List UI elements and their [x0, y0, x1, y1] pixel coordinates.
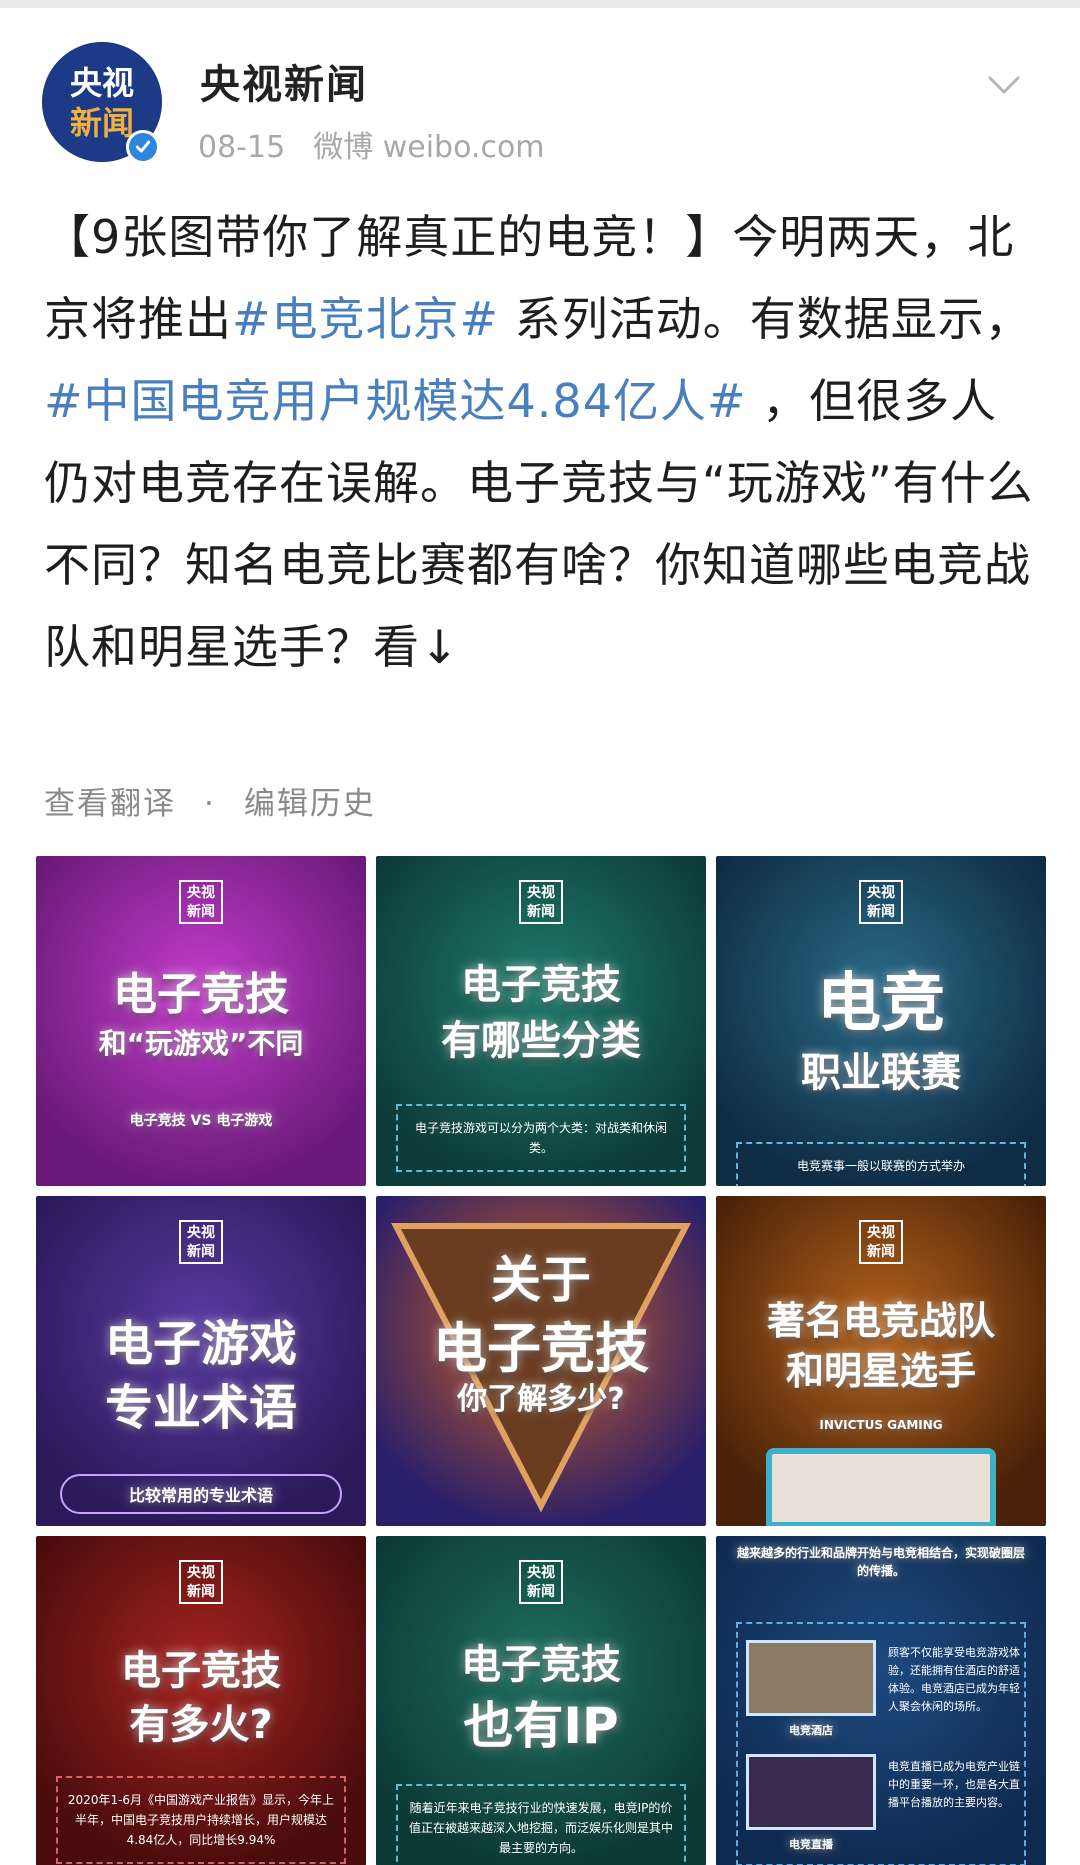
image-subtitle: 有多火?	[129, 1702, 273, 1748]
cctv-badge: 央视新闻	[859, 1220, 903, 1264]
verified-icon	[126, 130, 160, 164]
image-grid: 央视新闻 电子竞技 和“玩游戏”不同 电子竞技 VS 电子游戏 央视新闻 电子竞…	[36, 856, 1046, 1865]
image-thumbnail-6[interactable]: 央视新闻 著名电竞战队 和明星选手 INVICTUS GAMING	[716, 1196, 1046, 1526]
image-subtitle: 也有IP	[463, 1697, 619, 1755]
image-caption: 越来越多的行业和品牌开始与电竞相结合，实现破圈层的传播。	[736, 1546, 1025, 1578]
image-caption: INVICTUS GAMING	[819, 1418, 943, 1432]
image-title: 电竞	[817, 967, 945, 1041]
image-title: 关于	[491, 1251, 591, 1309]
image-thumbnail-8[interactable]: 央视新闻 电子竞技 也有IP 随着近年来电子竞技行业的快速发展，电竞IP的价值正…	[376, 1536, 706, 1865]
image-thumbnail-4[interactable]: 央视新闻 电子游戏 专业术语 比较常用的专业术语	[36, 1196, 366, 1526]
image-caption: 电子竞技 VS 电子游戏	[129, 1113, 273, 1129]
avatar-text-1: 央视	[70, 64, 134, 102]
cctv-badge: 央视新闻	[179, 880, 223, 924]
image-title: 电子游戏	[104, 1316, 297, 1372]
image-caption: 2020年1-6月《中国游戏产业报告》显示，今年上半年，中国电子竞技用户持续增长…	[56, 1776, 346, 1864]
cctv-badge: 央视新闻	[519, 1560, 563, 1604]
edit-history-link[interactable]: 编辑历史	[244, 786, 376, 822]
translate-link[interactable]: 查看翻译	[44, 786, 176, 822]
author-name[interactable]: 央视新闻	[200, 52, 368, 110]
image-title: 著名电竞战队	[766, 1299, 995, 1343]
photo-note: 顾客不仅能享受电竞游戏体验，还能拥有住酒店的舒适体验。电竞酒店已成为年轻人聚会休…	[888, 1646, 1020, 1713]
image-caption: 电子竞技游戏可以分为两个大类：对战类和休闲类。	[396, 1104, 686, 1172]
image-title: 电子竞技	[113, 969, 289, 1020]
post-date: 08-15	[198, 130, 286, 165]
image-title: 电子竞技	[461, 1642, 621, 1688]
image-caption: 比较常用的专业术语	[60, 1474, 342, 1514]
hashtag-link-1[interactable]: #电竞北京#	[232, 292, 499, 346]
cctv-badge: 央视新闻	[519, 880, 563, 924]
post-actions: 查看翻译 · 编辑历史	[44, 778, 376, 823]
body-text-2: 系列活动。有数据显示，	[499, 292, 1032, 346]
image-thumbnail-9[interactable]: 越来越多的行业和品牌开始与电竞相结合，实现破圈层的传播。 电竞酒店 顾客不仅能享…	[716, 1536, 1046, 1865]
image-subtitle: 和明星选手	[785, 1349, 976, 1393]
image-caption: 电竞赛事一般以联赛的方式举办	[736, 1142, 1026, 1186]
image-subtitle: 有哪些分类	[441, 1018, 641, 1064]
post-header: 央视 新闻 央视新闻 08-15 微博 weibo.com	[0, 40, 1080, 170]
hashtag-link-2[interactable]: #中国电竞用户规模达4.84亿人#	[44, 374, 747, 428]
hotel-photo	[746, 1640, 876, 1716]
image-caption: 随着近年来电子竞技行业的快速发展，电竞IP的价值正在被越来越深入地挖掘，而泛娱乐…	[396, 1784, 686, 1865]
photo-note: 电竞直播已成为电竞产业链中的重要一环，也是各大直播平台播放的主要内容。	[888, 1760, 1020, 1809]
cctv-badge: 央视新闻	[179, 1560, 223, 1604]
image-thumbnail-7[interactable]: 央视新闻 电子竞技 有多火? 2020年1-6月《中国游戏产业报告》显示，今年上…	[36, 1536, 366, 1865]
avatar-text-2: 新闻	[70, 104, 134, 142]
chevron-down-icon[interactable]	[984, 64, 1024, 104]
image-subtitle: 和“玩游戏”不同	[98, 1027, 304, 1060]
team-photo	[766, 1448, 996, 1526]
post-source: 微博 weibo.com	[313, 130, 545, 165]
image-thumbnail-3[interactable]: 央视新闻 电竞 职业联赛 电竞赛事一般以联赛的方式举办	[716, 856, 1046, 1186]
cctv-badge: 央视新闻	[179, 1220, 223, 1264]
image-caption: 你了解多少?	[457, 1382, 625, 1417]
separator-dot: ·	[204, 786, 216, 822]
image-subtitle: 职业联赛	[801, 1050, 961, 1096]
image-title: 电子竞技	[121, 1648, 281, 1694]
image-thumbnail-5[interactable]: 关于 电子竞技 你了解多少?	[376, 1196, 706, 1526]
image-title: 电子竞技	[461, 962, 621, 1008]
image-subtitle: 专业术语	[104, 1380, 297, 1436]
image-thumbnail-2[interactable]: 央视新闻 电子竞技 有哪些分类 电子竞技游戏可以分为两个大类：对战类和休闲类。	[376, 856, 706, 1186]
cctv-badge: 央视新闻	[859, 880, 903, 924]
post-body: 【9张图带你了解真正的电竞！】今明两天，北京将推出#电竞北京# 系列活动。有数据…	[44, 196, 1044, 688]
photo-caption: 电竞酒店	[789, 1724, 833, 1737]
status-strip	[0, 0, 1080, 8]
stream-photo	[746, 1754, 876, 1830]
post-meta: 08-15 微博 weibo.com	[198, 122, 545, 166]
photo-caption: 电竞直播	[789, 1838, 833, 1851]
image-thumbnail-1[interactable]: 央视新闻 电子竞技 和“玩游戏”不同 电子竞技 VS 电子游戏	[36, 856, 366, 1186]
image-subtitle: 电子竞技	[433, 1317, 649, 1380]
